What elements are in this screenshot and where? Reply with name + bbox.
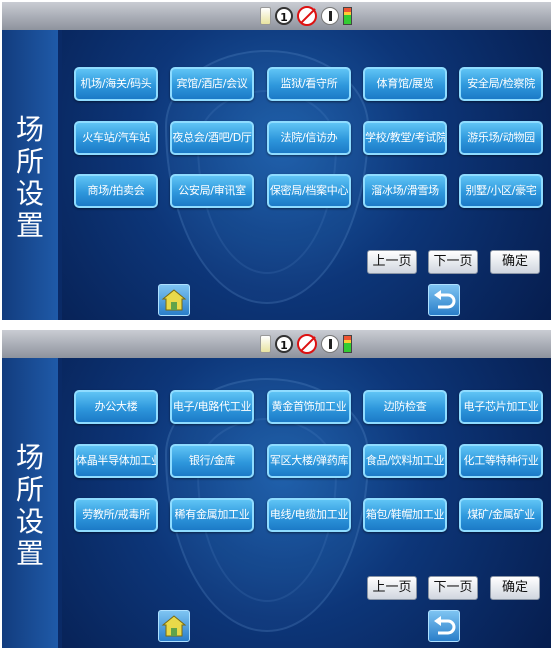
main-panel: 机场/海关/码头 宾馆/酒店/会议 监狱/看守所 体育馆/展览 安全局/检察院 … xyxy=(62,30,551,320)
location-button[interactable]: 电子/电路代工业 xyxy=(170,390,254,424)
location-button[interactable]: 化工等特种行业 xyxy=(459,444,543,478)
return-icon xyxy=(434,616,456,635)
location-button[interactable]: 保密局/档案中心 xyxy=(267,174,351,208)
back-button[interactable] xyxy=(428,284,460,316)
location-button[interactable]: 箱包/鞋帽加工业 xyxy=(363,498,447,532)
location-button[interactable]: 夜总会/酒吧/D厅 xyxy=(170,121,254,155)
status-bar: 1 xyxy=(2,2,551,30)
location-button[interactable]: 体育馆/展览 xyxy=(363,67,447,101)
volume-icon xyxy=(321,7,339,25)
battery-icon xyxy=(343,7,352,25)
status-bar: 1 xyxy=(2,330,551,358)
location-button[interactable]: 安全局/检察院 xyxy=(459,67,543,101)
location-button[interactable]: 边防检查 xyxy=(363,390,447,424)
location-button[interactable]: 电子芯片加工业 xyxy=(459,390,543,424)
home-button[interactable] xyxy=(158,610,190,642)
location-button[interactable]: 监狱/看守所 xyxy=(267,67,351,101)
prev-page-button[interactable]: 上一页 xyxy=(367,250,417,274)
location-button[interactable]: 公安局/审讯室 xyxy=(170,174,254,208)
location-button[interactable]: 劳教所/戒毒所 xyxy=(74,498,158,532)
home-icon xyxy=(161,289,187,311)
sidebar-title: 场所设置 xyxy=(15,113,44,242)
location-button[interactable]: 电线/电缆加工业 xyxy=(267,498,351,532)
sidebar: 场所设置 xyxy=(2,358,58,648)
home-button[interactable] xyxy=(158,284,190,316)
location-button[interactable]: 稀有金属加工业 xyxy=(170,498,254,532)
next-page-button[interactable]: 下一页 xyxy=(428,250,478,274)
location-button[interactable]: 办公大楼 xyxy=(74,390,158,424)
no-call-icon xyxy=(297,334,317,354)
location-button[interactable]: 游乐场/动物园 xyxy=(459,121,543,155)
location-button[interactable]: 溜冰场/滑雪场 xyxy=(363,174,447,208)
back-button[interactable] xyxy=(428,610,460,642)
sim1-icon: 1 xyxy=(275,335,293,353)
location-button[interactable]: 宾馆/酒店/会议 xyxy=(170,67,254,101)
location-button[interactable]: 体晶半导体加工业 xyxy=(74,444,158,478)
location-button[interactable]: 学校/教堂/考试院 xyxy=(363,121,447,155)
location-button[interactable]: 法院/信访办 xyxy=(267,121,351,155)
settings-screen-1: 1 场所设置 机场/海关/码头 宾馆/酒店/会议 监狱/看守所 体育馆/展览 安… xyxy=(2,2,551,320)
location-button[interactable]: 火车站/汽车站 xyxy=(74,121,158,155)
flashlight-icon xyxy=(260,7,271,25)
location-button[interactable]: 别墅/小区/豪宅 xyxy=(459,174,543,208)
home-icon xyxy=(161,615,187,637)
return-icon xyxy=(434,290,456,309)
volume-icon xyxy=(321,335,339,353)
location-button[interactable]: 黄金首饰加工业 xyxy=(267,390,351,424)
location-button[interactable]: 商场/拍卖会 xyxy=(74,174,158,208)
battery-icon xyxy=(343,335,352,353)
no-call-icon xyxy=(297,6,317,26)
confirm-button[interactable]: 确定 xyxy=(490,250,540,274)
location-button[interactable]: 机场/海关/码头 xyxy=(74,67,158,101)
settings-screen-2: 1 场所设置 办公大楼 电子/电路代工业 黄金首饰加工业 边防检查 电子芯片加工… xyxy=(2,330,551,648)
location-button[interactable]: 煤矿/金属矿业 xyxy=(459,498,543,532)
sidebar-title: 场所设置 xyxy=(15,441,44,570)
location-button[interactable]: 食品/饮料加工业 xyxy=(363,444,447,478)
prev-page-button[interactable]: 上一页 xyxy=(367,576,417,600)
main-panel: 办公大楼 电子/电路代工业 黄金首饰加工业 边防检查 电子芯片加工业 体晶半导体… xyxy=(62,358,551,648)
flashlight-icon xyxy=(260,335,271,353)
sidebar: 场所设置 xyxy=(2,30,58,320)
location-button[interactable]: 银行/金库 xyxy=(170,444,254,478)
location-button[interactable]: 军区大楼/弹药库 xyxy=(267,444,351,478)
sim1-icon: 1 xyxy=(275,7,293,25)
next-page-button[interactable]: 下一页 xyxy=(428,576,478,600)
confirm-button[interactable]: 确定 xyxy=(490,576,540,600)
